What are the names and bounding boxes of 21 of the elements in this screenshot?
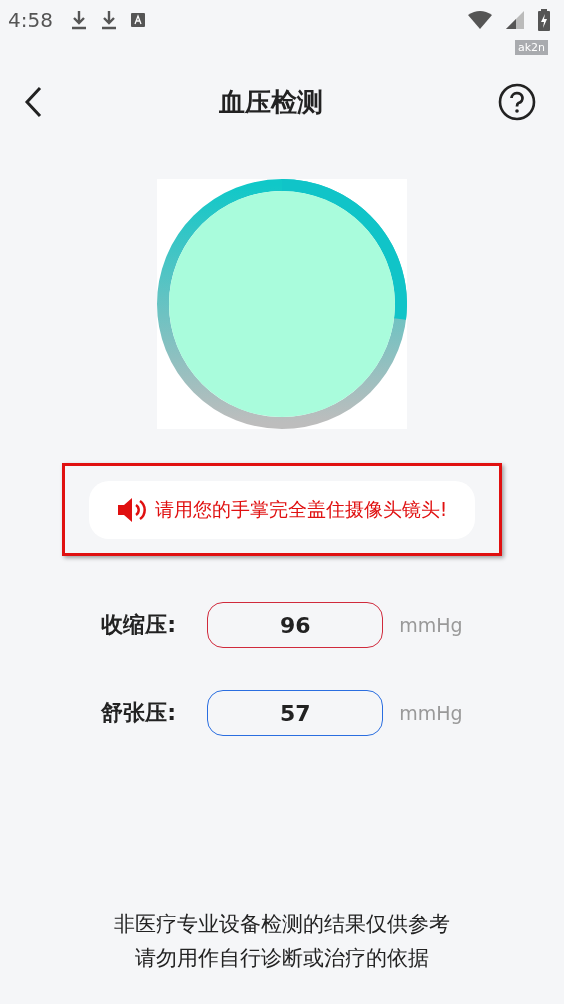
help-button[interactable] [498, 83, 536, 121]
hint-text: 请用您的手掌完全盖住摄像头镜头! [154, 496, 448, 522]
status-badge: ak2n [514, 40, 548, 55]
status-time: 4:58 [8, 8, 53, 32]
speaker-icon [116, 496, 147, 523]
reading-value: 96 [207, 602, 384, 648]
back-button[interactable] [22, 85, 44, 119]
download-icon [100, 10, 117, 30]
download-icon [70, 10, 87, 30]
keyboard-icon [130, 13, 145, 27]
disclaimer-text: 非医疗专业设备检测的结果仅供参考 [114, 911, 450, 938]
wifi-icon [468, 11, 492, 29]
disclaimer-text: 请勿用作自行诊断或治疗的依据 [135, 945, 429, 972]
reading-label: 舒张压: [101, 699, 178, 727]
battery-icon [538, 9, 550, 31]
unit-label: mmHg [399, 702, 463, 724]
page-title: 血压检测 [219, 85, 323, 119]
reading-label: 收缩压: [101, 611, 178, 639]
signal-icon [506, 11, 524, 29]
unit-label: mmHg [399, 614, 463, 636]
reading-value: 57 [207, 690, 384, 736]
